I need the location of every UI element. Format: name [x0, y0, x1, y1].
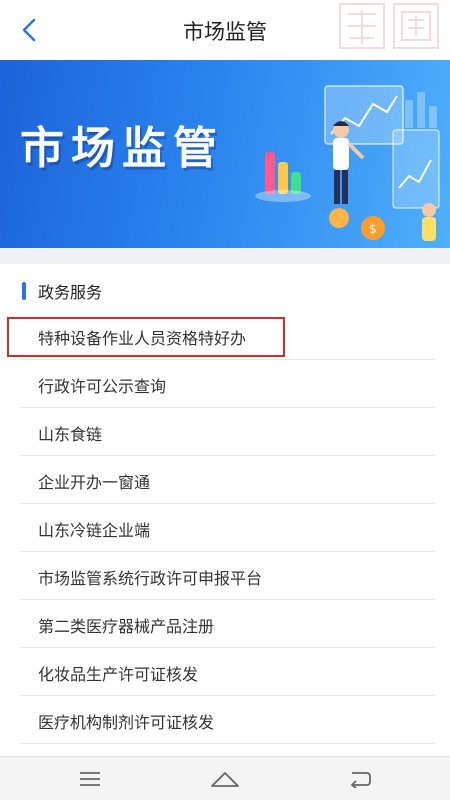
home-icon [211, 772, 239, 787]
list-item-label: 市场监管系统行政许可申报平台 [38, 569, 263, 588]
banner-title: 市场监管 [20, 123, 224, 174]
list-item-label: 特种设备作业人员资格特好办 [38, 329, 247, 348]
decorative-seal-icon [339, 3, 439, 49]
section-accent-bar [22, 282, 26, 300]
menu-icon [80, 772, 100, 786]
list-item-license-platform[interactable]: 市场监管系统行政许可申报平台 [20, 552, 435, 600]
list-item-license-query[interactable]: 行政许可公示查询 [20, 360, 435, 408]
list-item-label: 山东食链 [38, 425, 103, 444]
list-item-label: 第二类医疗器械产品注册 [38, 617, 215, 636]
section-divider [0, 248, 450, 264]
list-item-hospital-preparation[interactable]: 医疗机构制剂许可证核发 [20, 696, 435, 744]
list-item-cold-chain[interactable]: 山东冷链企业端 [20, 504, 435, 552]
list-item-enterprise-one-window[interactable]: 企业开办一窗通 [20, 456, 435, 504]
back-icon [350, 772, 371, 788]
home-button[interactable] [207, 765, 243, 793]
list-item-label: 医疗机构制剂许可证核发 [38, 713, 215, 732]
gov-services-section: 政务服务 特种设备作业人员资格特好办 行政许可公示查询 山东食链 企业开办一窗通… [0, 264, 450, 756]
top-bar: 市场监管 [0, 0, 450, 60]
svg-text:$: $ [369, 222, 377, 236]
list-item-label: 化妆品生产许可证核发 [38, 665, 199, 684]
business-illustration-icon: $ [255, 85, 440, 241]
list-item-cosmetics-license[interactable]: 化妆品生产许可证核发 [20, 648, 435, 696]
back-nav-button[interactable] [342, 765, 378, 793]
list-item-special-equipment[interactable]: 特种设备作业人员资格特好办 [20, 312, 435, 360]
list-item-shandong-food-chain[interactable]: 山东食链 [20, 408, 435, 456]
section-header: 政务服务 [22, 276, 102, 306]
list-item-label: 企业开办一窗通 [38, 473, 151, 492]
list-item-label: 山东冷链企业端 [38, 521, 151, 540]
system-nav-bar [0, 756, 450, 800]
hero-banner: 市场监管 $ [0, 60, 450, 248]
list-item-medical-device[interactable]: 第二类医疗器械产品注册 [20, 600, 435, 648]
list-item-label: 行政许可公示查询 [38, 377, 167, 396]
menu-button[interactable] [72, 765, 108, 793]
section-title: 政务服务 [38, 283, 103, 302]
